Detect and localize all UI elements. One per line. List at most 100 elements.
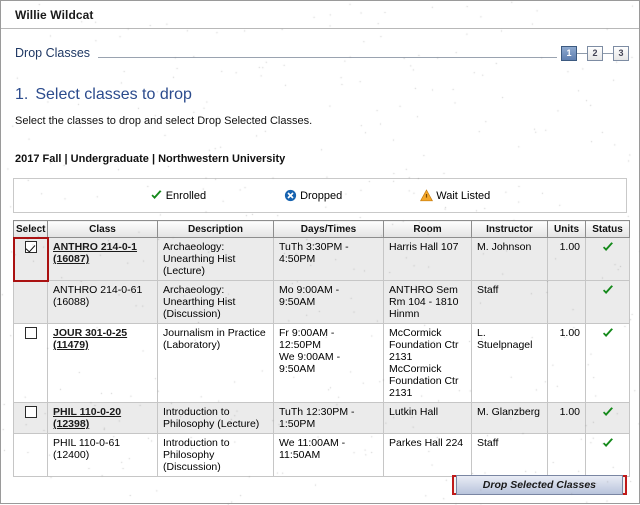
select-cell[interactable] xyxy=(14,403,48,434)
description-cell: Archaeology: Unearthing Hist (Discussion… xyxy=(158,281,274,324)
step-1[interactable]: 1 xyxy=(561,46,577,61)
step-connector xyxy=(577,53,587,54)
status-cell xyxy=(586,238,630,281)
legend-label-enrolled: Enrolled xyxy=(166,190,206,202)
legend-item-enrolled: Enrolled xyxy=(150,189,206,202)
page-title: Drop Classes xyxy=(15,46,98,62)
drop-button-highlight: Drop Selected Classes xyxy=(452,475,627,495)
select-cell[interactable] xyxy=(14,238,48,281)
row-checkbox[interactable] xyxy=(25,406,37,418)
col-description: Description xyxy=(158,221,274,238)
class-link[interactable]: ANTHRO 214-0-1 xyxy=(53,241,152,253)
days-times-cell: We 11:00AM - 11:50AM xyxy=(274,434,384,477)
legend-item-dropped: Dropped xyxy=(284,189,342,202)
room-cell: McCormick Foundation Ctr 2131 McCormick … xyxy=(384,324,472,403)
user-name: Willie Wildcat xyxy=(15,8,94,22)
table-row[interactable]: ANTHRO 214-0-1 (16087) Archaeology: Unea… xyxy=(14,238,630,281)
class-cell: JOUR 301-0-25 (11479) xyxy=(48,324,158,403)
col-status: Status xyxy=(586,221,630,238)
days-times-cell: Fr 9:00AM - 12:50PM We 9:00AM - 9:50AM xyxy=(274,324,384,403)
status-cell xyxy=(586,403,630,434)
class-cell: ANTHRO 214-0-61 (16088) xyxy=(48,281,158,324)
instructor-cell: Staff xyxy=(472,434,548,477)
table-row: PHIL 110-0-61 (12400) Introduction to Ph… xyxy=(14,434,630,477)
section-description: Select the classes to drop and select Dr… xyxy=(15,115,639,127)
col-instructor: Instructor xyxy=(472,221,548,238)
class-text: ANTHRO 214-0-61 xyxy=(53,284,152,296)
select-cell-empty xyxy=(14,281,48,324)
room-cell: Lutkin Hall xyxy=(384,403,472,434)
classes-table: Select Class Description Days/Times Room… xyxy=(13,220,630,477)
instructor-cell: L. Stuelpnagel xyxy=(472,324,548,403)
class-text: PHIL 110-0-61 xyxy=(53,437,152,449)
class-number-text: (16088) xyxy=(53,296,152,308)
class-link[interactable]: PHIL 110-0-20 xyxy=(53,406,152,418)
units-cell xyxy=(548,434,586,477)
status-cell xyxy=(586,281,630,324)
room-cell: Harris Hall 107 xyxy=(384,238,472,281)
col-room: Room xyxy=(384,221,472,238)
class-cell: PHIL 110-0-20 (12398) xyxy=(48,403,158,434)
select-cell-empty xyxy=(14,434,48,477)
description-cell: Introduction to Philosophy (Discussion) xyxy=(158,434,274,477)
instructor-cell: Staff xyxy=(472,281,548,324)
instructor-cell: M. Johnson xyxy=(472,238,548,281)
legend-label-dropped: Dropped xyxy=(300,190,342,202)
table-row[interactable]: PHIL 110-0-20 (12398) Introduction to Ph… xyxy=(14,403,630,434)
units-cell: 1.00 xyxy=(548,238,586,281)
green-check-icon xyxy=(601,437,614,450)
days-times-cell: TuTh 3:30PM - 4:50PM xyxy=(274,238,384,281)
green-check-icon xyxy=(601,327,614,340)
user-bar: Willie Wildcat xyxy=(1,1,639,29)
classes-table-wrapper: Select Class Description Days/Times Room… xyxy=(13,220,627,477)
green-check-icon xyxy=(601,284,614,297)
description-cell: Introduction to Philosophy (Lecture) xyxy=(158,403,274,434)
description-cell: Journalism in Practice (Laboratory) xyxy=(158,324,274,403)
units-cell xyxy=(548,281,586,324)
class-cell: PHIL 110-0-61 (12400) xyxy=(48,434,158,477)
row-checkbox[interactable] xyxy=(25,241,37,253)
table-row[interactable]: JOUR 301-0-25 (11479) Journalism in Prac… xyxy=(14,324,630,403)
units-cell: 1.00 xyxy=(548,403,586,434)
section-heading: 1. Select classes to drop xyxy=(15,86,639,104)
col-days-times: Days/Times xyxy=(274,221,384,238)
green-check-icon xyxy=(150,189,163,202)
status-legend: Enrolled Dropped Wait Listed xyxy=(13,178,627,213)
days-times-cell: TuTh 12:30PM - 1:50PM xyxy=(274,403,384,434)
section-title: Select classes to drop xyxy=(35,86,192,103)
select-cell[interactable] xyxy=(14,324,48,403)
class-number-text: (12400) xyxy=(53,449,152,461)
col-select: Select xyxy=(14,221,48,238)
col-class: Class xyxy=(48,221,158,238)
class-number-link[interactable]: (11479) xyxy=(53,339,152,351)
status-cell xyxy=(586,324,630,403)
drop-selected-classes-button[interactable]: Drop Selected Classes xyxy=(456,475,623,495)
step-indicator: 1 2 3 xyxy=(561,46,629,62)
page-root: Willie Wildcat Drop Classes 1 2 3 1. Sele… xyxy=(0,0,640,504)
step-3[interactable]: 3 xyxy=(613,46,629,61)
blue-x-circle-icon xyxy=(284,189,297,202)
class-number-link[interactable]: (16087) xyxy=(53,253,152,265)
step-2[interactable]: 2 xyxy=(587,46,603,61)
row-checkbox[interactable] xyxy=(25,327,37,339)
footer-actions: Drop Selected Classes xyxy=(452,475,627,495)
step-connector xyxy=(603,53,613,54)
green-check-icon xyxy=(601,406,614,419)
instructor-cell: M. Glanzberg xyxy=(472,403,548,434)
page-title-row: Drop Classes 1 2 3 xyxy=(15,46,629,62)
class-cell: ANTHRO 214-0-1 (16087) xyxy=(48,238,158,281)
table-header-row: Select Class Description Days/Times Room… xyxy=(14,221,630,238)
col-units: Units xyxy=(548,221,586,238)
class-link[interactable]: JOUR 301-0-25 xyxy=(53,327,152,339)
class-number-link[interactable]: (12398) xyxy=(53,418,152,430)
units-cell: 1.00 xyxy=(548,324,586,403)
legend-item-waitlisted: Wait Listed xyxy=(420,189,490,202)
green-check-icon xyxy=(601,241,614,254)
orange-triangle-icon xyxy=(420,189,433,202)
room-cell: Parkes Hall 224 xyxy=(384,434,472,477)
days-times-cell: Mo 9:00AM - 9:50AM xyxy=(274,281,384,324)
section-number: 1. xyxy=(15,86,28,103)
room-cell: ANTHRO Sem Rm 104 - 1810 Hinmn xyxy=(384,281,472,324)
legend-label-waitlisted: Wait Listed xyxy=(436,190,490,202)
status-cell xyxy=(586,434,630,477)
